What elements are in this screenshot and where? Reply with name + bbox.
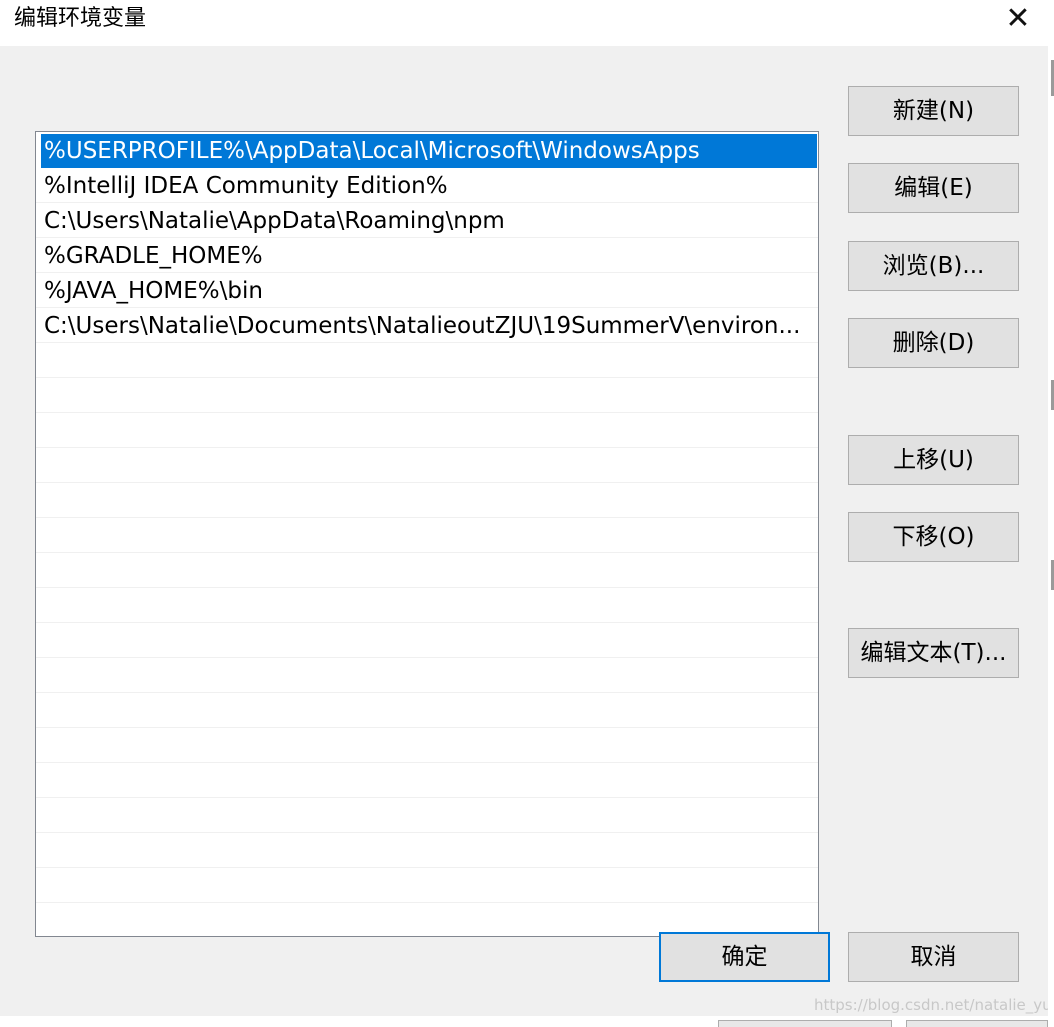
empty-row[interactable] [36, 624, 818, 658]
browse-button[interactable]: 浏览(B)... [848, 241, 1019, 291]
path-entry[interactable]: %USERPROFILE%\AppData\Local\Microsoft\Wi… [41, 134, 817, 168]
empty-row[interactable] [36, 379, 818, 413]
edit-button[interactable]: 编辑(E) [848, 163, 1019, 213]
path-entry[interactable]: C:\Users\Natalie\AppData\Roaming\npm [36, 204, 818, 238]
new-button[interactable]: 新建(N) [848, 86, 1019, 136]
move-down-button[interactable]: 下移(O) [848, 512, 1019, 562]
window-title: 编辑环境变量 [14, 6, 147, 31]
empty-row[interactable] [36, 519, 818, 553]
title-bar: 编辑环境变量 ✕ [0, 0, 1054, 46]
move-up-button[interactable]: 上移(U) [848, 435, 1019, 485]
empty-row[interactable] [36, 834, 818, 868]
dialog-body: %USERPROFILE%\AppData\Local\Microsoft\Wi… [0, 46, 1052, 1016]
delete-button[interactable]: 删除(D) [848, 318, 1019, 368]
ok-button[interactable]: 确定 [659, 932, 830, 982]
background-window-edge [1048, 0, 1054, 1026]
empty-row[interactable] [36, 694, 818, 728]
close-icon[interactable]: ✕ [990, 0, 1046, 38]
empty-row[interactable] [36, 414, 818, 448]
empty-row[interactable] [36, 729, 818, 763]
path-entry[interactable]: %IntelliJ IDEA Community Edition% [36, 169, 818, 203]
empty-row[interactable] [36, 589, 818, 623]
path-entry[interactable]: C:\Users\Natalie\Documents\NatalieoutZJU… [36, 309, 818, 343]
empty-row[interactable] [36, 484, 818, 518]
empty-row[interactable] [36, 869, 818, 903]
empty-row[interactable] [36, 764, 818, 798]
empty-row[interactable] [36, 659, 818, 693]
empty-row[interactable] [36, 554, 818, 588]
path-entry[interactable]: %GRADLE_HOME% [36, 239, 818, 273]
background-window-strip [0, 1016, 1054, 1027]
watermark: https://blog.csdn.net/natalie_yu [814, 996, 1052, 1014]
path-list[interactable]: %USERPROFILE%\AppData\Local\Microsoft\Wi… [35, 131, 819, 937]
empty-row[interactable] [36, 449, 818, 483]
path-entry[interactable]: %JAVA_HOME%\bin [36, 274, 818, 308]
edit-text-button[interactable]: 编辑文本(T)... [848, 628, 1019, 678]
cancel-button[interactable]: 取消 [848, 932, 1019, 982]
empty-row[interactable] [36, 799, 818, 833]
empty-row[interactable] [36, 344, 818, 378]
